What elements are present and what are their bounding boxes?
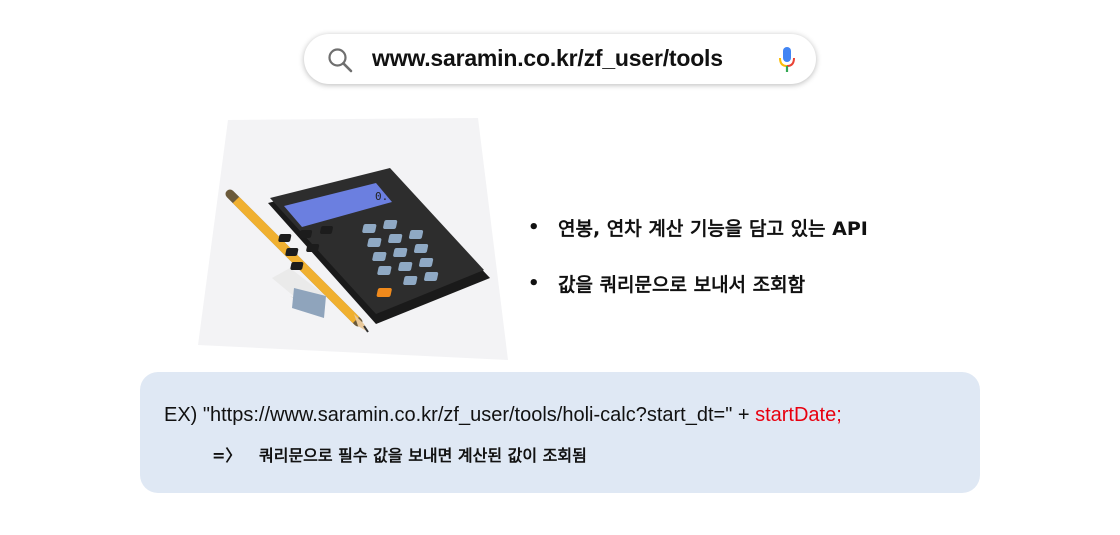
bullet-text: 연봉, 연차 계산 기능을 담고 있는 API xyxy=(558,217,868,240)
bullet-marker: • xyxy=(528,216,540,238)
example-url-line: EX) "https://www.saramin.co.kr/zf_user/t… xyxy=(164,404,842,427)
calculator-illustration: 0. xyxy=(198,118,508,360)
example-result-line: =〉 쿼리문으로 필수 값을 보내면 계산된 값이 조회됨 xyxy=(212,442,587,466)
search-icon[interactable] xyxy=(326,46,354,74)
example-highlight: startDate; xyxy=(755,404,842,426)
bullet-item: • 값을 쿼리문으로 보내서 조회함 xyxy=(528,268,868,298)
example-url-prefix: EX) "https://www.saramin.co.kr/zf_user/t… xyxy=(164,404,756,426)
calculator-orange-key xyxy=(376,288,392,297)
microphone-icon[interactable] xyxy=(778,46,796,74)
bullet-marker: • xyxy=(528,272,540,294)
bullet-text: 값을 쿼리문으로 보내서 조회함 xyxy=(558,273,806,296)
feature-bullet-list: • 연봉, 연차 계산 기능을 담고 있는 API • 값을 쿼리문으로 보내서… xyxy=(528,212,868,324)
arrow-marker: =〉 xyxy=(212,446,242,465)
search-bar[interactable]: www.saramin.co.kr/zf_user/tools xyxy=(304,34,816,84)
search-url-text[interactable]: www.saramin.co.kr/zf_user/tools xyxy=(372,45,723,72)
calculator-display-value: 0. xyxy=(375,190,388,203)
example-result-text: 쿼리문으로 필수 값을 보내면 계산된 값이 조회됨 xyxy=(259,446,587,465)
bullet-item: • 연봉, 연차 계산 기능을 담고 있는 API xyxy=(528,212,868,242)
example-box: EX) "https://www.saramin.co.kr/zf_user/t… xyxy=(140,372,980,493)
